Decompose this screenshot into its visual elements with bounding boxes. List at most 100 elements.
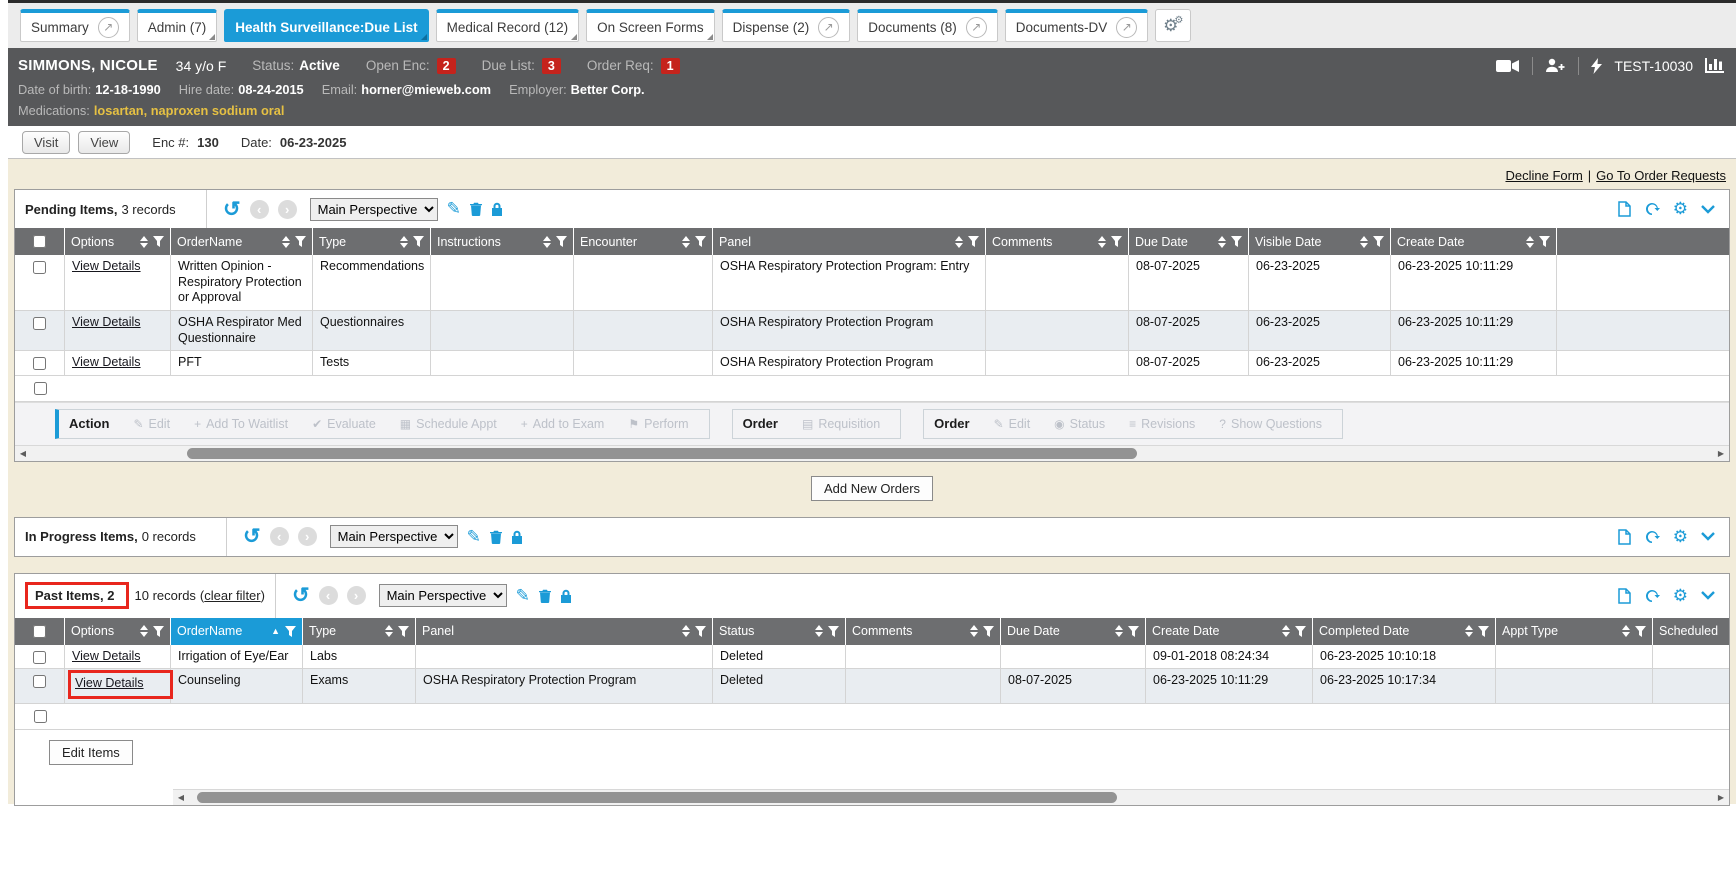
row-checkbox[interactable] bbox=[34, 710, 47, 723]
select-all-checkbox[interactable] bbox=[33, 625, 46, 638]
column-header-create-date[interactable]: Create Date bbox=[1146, 618, 1313, 645]
tab-settings-button[interactable]: ⚙⚙ bbox=[1155, 9, 1191, 42]
filter-funnel-icon[interactable] bbox=[398, 626, 409, 637]
settings-gear-icon[interactable]: ⚙ bbox=[1673, 527, 1688, 547]
sort-icon[interactable] bbox=[955, 236, 963, 248]
settings-gear-icon[interactable]: ⚙ bbox=[1673, 586, 1688, 606]
scroll-left-arrow[interactable]: ◀ bbox=[15, 446, 31, 461]
filter-funnel-icon[interactable] bbox=[695, 626, 706, 637]
tab-on-screen-forms[interactable]: On Screen Forms bbox=[586, 9, 715, 42]
medications-value[interactable]: losartan, naproxen sodium oral bbox=[94, 103, 285, 118]
column-header-type[interactable]: Type bbox=[313, 228, 431, 255]
refresh-icon[interactable] bbox=[1644, 529, 1660, 545]
lock-icon[interactable] bbox=[491, 202, 503, 216]
bar-chart-icon[interactable] bbox=[1705, 58, 1724, 73]
sort-ascending-icon[interactable]: ▲ bbox=[271, 626, 280, 636]
column-header-create-date[interactable]: Create Date bbox=[1391, 228, 1557, 255]
edit-items-button[interactable]: Edit Items bbox=[49, 740, 133, 765]
filter-funnel-icon[interactable] bbox=[1231, 236, 1242, 247]
previous-icon[interactable]: ‹ bbox=[250, 200, 269, 219]
view-details-link[interactable]: View Details bbox=[72, 315, 141, 329]
previous-icon[interactable]: ‹ bbox=[270, 527, 289, 546]
perspective-select[interactable]: Main Perspective bbox=[310, 198, 438, 221]
filter-funnel-icon[interactable] bbox=[153, 236, 164, 247]
column-header-panel[interactable]: Panel bbox=[416, 618, 713, 645]
sort-icon[interactable] bbox=[682, 625, 690, 637]
column-header-comments[interactable]: Comments bbox=[986, 228, 1129, 255]
filter-funnel-icon[interactable] bbox=[828, 626, 839, 637]
tab-admin-7[interactable]: Admin (7) bbox=[137, 9, 218, 42]
lock-icon[interactable] bbox=[560, 589, 572, 603]
view-details-link[interactable]: View Details bbox=[72, 259, 141, 273]
edit-pencil-icon[interactable]: ✎ bbox=[467, 527, 481, 547]
previous-icon[interactable]: ‹ bbox=[319, 586, 338, 605]
filter-funnel-icon[interactable] bbox=[1635, 626, 1646, 637]
perspective-select[interactable]: Main Perspective bbox=[379, 584, 507, 607]
sort-icon[interactable] bbox=[282, 236, 290, 248]
scrollbar-thumb[interactable] bbox=[187, 448, 1137, 459]
row-checkbox[interactable] bbox=[33, 651, 46, 664]
sort-icon[interactable] bbox=[1282, 625, 1290, 637]
refresh-icon[interactable] bbox=[1644, 201, 1660, 217]
sort-icon[interactable] bbox=[1360, 236, 1368, 248]
collapse-chevron-icon[interactable] bbox=[1701, 532, 1715, 541]
add-to-exam-button[interactable]: +Add to Exam bbox=[511, 414, 615, 434]
sort-icon[interactable] bbox=[682, 236, 690, 248]
collapse-chevron-icon[interactable] bbox=[1701, 591, 1715, 600]
filter-funnel-icon[interactable] bbox=[556, 236, 567, 247]
sort-icon[interactable] bbox=[385, 625, 393, 637]
tab-documents-8[interactable]: Documents (8)↗ bbox=[857, 9, 998, 42]
show-questions-button[interactable]: ?Show Questions bbox=[1209, 414, 1332, 434]
filter-funnel-icon[interactable] bbox=[695, 236, 706, 247]
sort-icon[interactable] bbox=[543, 236, 551, 248]
view-details-link[interactable]: View Details bbox=[68, 670, 173, 699]
filter-funnel-icon[interactable] bbox=[1478, 626, 1489, 637]
sort-icon[interactable] bbox=[1465, 625, 1473, 637]
settings-gear-icon[interactable]: ⚙ bbox=[1673, 199, 1688, 219]
edit-button[interactable]: ✎Edit bbox=[984, 414, 1041, 434]
sort-icon[interactable] bbox=[970, 625, 978, 637]
column-header-options[interactable]: Options bbox=[65, 228, 171, 255]
filter-funnel-icon[interactable] bbox=[1295, 626, 1306, 637]
edit-pencil-icon[interactable]: ✎ bbox=[447, 199, 461, 219]
add-person-icon[interactable] bbox=[1545, 58, 1566, 73]
undo-icon[interactable]: ↺ bbox=[223, 199, 241, 220]
tab-dispense-2[interactable]: Dispense (2)↗ bbox=[722, 9, 851, 42]
row-checkbox[interactable] bbox=[33, 357, 46, 370]
new-document-icon[interactable] bbox=[1618, 201, 1631, 217]
next-icon[interactable]: › bbox=[347, 586, 366, 605]
edit-pencil-icon[interactable]: ✎ bbox=[516, 586, 530, 606]
row-checkbox[interactable] bbox=[33, 261, 46, 274]
tab-summary[interactable]: Summary↗ bbox=[20, 9, 130, 42]
new-document-icon[interactable] bbox=[1618, 588, 1631, 604]
sort-icon[interactable] bbox=[140, 236, 148, 248]
video-camera-icon[interactable] bbox=[1496, 59, 1520, 73]
row-checkbox[interactable] bbox=[33, 675, 46, 688]
revisions-button[interactable]: ≡Revisions bbox=[1119, 414, 1205, 434]
filter-funnel-icon[interactable] bbox=[285, 626, 296, 637]
column-header-visible-date[interactable]: Visible Date bbox=[1249, 228, 1391, 255]
column-header-type[interactable]: Type bbox=[303, 618, 416, 645]
filter-funnel-icon[interactable] bbox=[968, 236, 979, 247]
column-header-instructions[interactable]: Instructions bbox=[431, 228, 574, 255]
trash-icon[interactable] bbox=[470, 202, 482, 216]
add-to-waitlist-button[interactable]: +Add To Waitlist bbox=[184, 414, 298, 434]
column-header-appt-type[interactable]: Appt Type bbox=[1496, 618, 1653, 645]
collapse-chevron-icon[interactable] bbox=[1701, 205, 1715, 214]
open-in-new-icon[interactable]: ↗ bbox=[98, 17, 119, 38]
column-header-status[interactable]: Status bbox=[713, 618, 846, 645]
tab-documents-dv[interactable]: Documents-DV↗ bbox=[1005, 9, 1149, 42]
view-details-link[interactable]: View Details bbox=[72, 355, 141, 369]
decline-form-link[interactable]: Decline Form bbox=[1505, 168, 1582, 183]
column-header-ordername[interactable]: OrderName bbox=[171, 228, 313, 255]
sort-icon[interactable] bbox=[815, 625, 823, 637]
filter-funnel-icon[interactable] bbox=[153, 626, 164, 637]
view-button[interactable]: View bbox=[78, 131, 130, 154]
refresh-icon[interactable] bbox=[1644, 588, 1660, 604]
sort-icon[interactable] bbox=[1218, 236, 1226, 248]
filter-funnel-icon[interactable] bbox=[1111, 236, 1122, 247]
column-header-ordername[interactable]: OrderName▲ bbox=[171, 618, 303, 645]
scroll-right-arrow[interactable]: ▶ bbox=[1713, 446, 1729, 461]
add-new-orders-button[interactable]: Add New Orders bbox=[811, 476, 933, 501]
new-document-icon[interactable] bbox=[1618, 529, 1631, 545]
